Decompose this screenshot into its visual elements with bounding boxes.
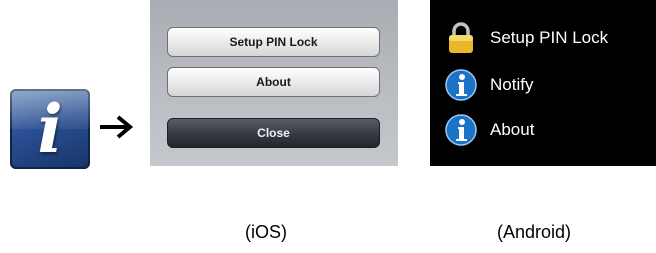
info-glyph: i [37,90,63,168]
android-menu-item-notify[interactable]: Notify [444,65,533,105]
android-menu-item-label: Setup PIN Lock [490,28,609,47]
android-menu-item-label: About [490,120,535,139]
right-arrow-icon [100,115,134,139]
info-icon [445,69,477,101]
android-menu-panel: Setup PIN Lock Notify About [430,0,656,166]
ios-setup-pin-lock-button[interactable]: Setup PIN Lock [167,27,380,57]
android-menu-item-about[interactable]: About [444,110,534,150]
android-menu-item-setup-pin-lock[interactable]: Setup PIN Lock [444,18,608,58]
ios-menu-panel: Setup PIN Lock About Close [150,0,398,166]
info-app-icon: i [10,89,90,169]
ios-about-button[interactable]: About [167,67,380,97]
android-caption: (Android) [497,222,572,242]
padlock-icon [449,22,473,53]
ios-close-button[interactable]: Close [167,118,380,148]
info-icon [445,114,477,146]
ios-caption: (iOS) [245,222,287,242]
android-menu-item-label: Notify [490,75,534,94]
